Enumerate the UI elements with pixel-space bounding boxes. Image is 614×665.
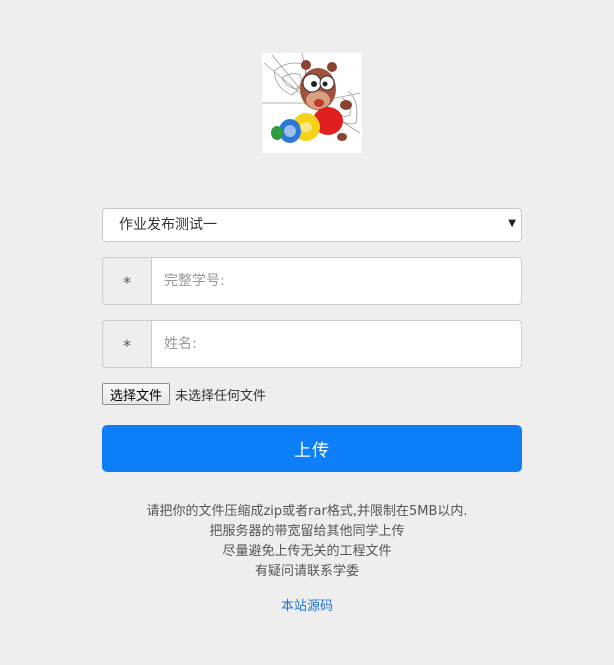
source-link-row: 本站源码 <box>0 597 614 617</box>
assignment-select-wrapper: 作业发布测试一 ▼ <box>102 208 522 242</box>
student-id-input[interactable] <box>151 257 522 305</box>
logo-mascot-icon <box>262 53 362 153</box>
name-input[interactable] <box>151 320 522 368</box>
file-chooser: 选择文件 未选择任何文件 <box>102 383 266 405</box>
instruction-line: 尽量避免上传无关的工程文件 <box>222 544 392 559</box>
upload-instructions: 请把你的文件压缩成zip或者rar格式,并限制在5MB以内. 把服务器的带宽留给… <box>0 502 614 582</box>
instruction-line: 有疑问请联系学委 <box>254 564 359 579</box>
instruction-line: 把服务器的带宽留给其他同学上传 <box>209 524 405 539</box>
bug-on-spiderweb-mascot-icon <box>262 53 361 143</box>
file-status-text: 未选择任何文件 <box>175 388 267 404</box>
instruction-line: 请把你的文件压缩成zip或者rar格式,并限制在5MB以内. <box>146 504 468 519</box>
choose-file-button[interactable]: 选择文件 <box>102 383 171 405</box>
name-group: * <box>102 320 522 368</box>
source-code-link[interactable]: 本站源码 <box>281 599 333 614</box>
student-id-group: * <box>102 257 522 305</box>
assignment-select[interactable]: 作业发布测试一 <box>102 208 522 242</box>
upload-button[interactable]: 上传 <box>102 425 522 472</box>
upload-page: 作业发布测试一 ▼ * * 选择文件 未选择任何文件 上传 请把你的文件压缩成z… <box>0 0 614 665</box>
required-asterisk: * <box>102 320 151 368</box>
required-asterisk: * <box>102 257 151 305</box>
